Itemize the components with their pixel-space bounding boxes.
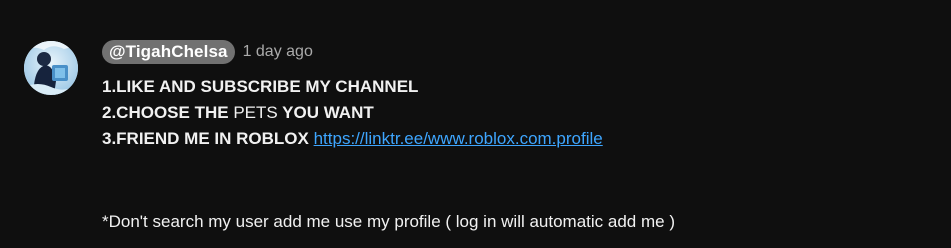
comment-header: @TigahChelsa 1 day ago: [102, 40, 313, 64]
comment-line-text: PETS: [228, 103, 278, 122]
avatar-image: [24, 41, 78, 95]
comment-line: 2.CHOOSE THE PETS YOU WANT: [102, 100, 603, 126]
comment-line-text: 3.FRIEND ME IN ROBLOX: [102, 129, 309, 148]
comment-line-text: 1.LIKE AND SUBSCRIBE MY CHANNEL: [102, 77, 419, 96]
comment-timestamp[interactable]: 1 day ago: [243, 40, 313, 64]
comment-line: 1.LIKE AND SUBSCRIBE MY CHANNEL: [102, 74, 603, 100]
comment-body: 1.LIKE AND SUBSCRIBE MY CHANNEL 2.CHOOSE…: [102, 74, 603, 152]
comment: @TigahChelsa 1 day ago 1.LIKE AND SUBSCR…: [0, 0, 951, 248]
profile-link[interactable]: https://linktr.ee/www.roblox.com.profile: [314, 129, 603, 148]
avatar[interactable]: [24, 41, 78, 95]
comment-line: 3.FRIEND ME IN ROBLOX https://linktr.ee/…: [102, 126, 603, 152]
author-name-badge[interactable]: @TigahChelsa: [102, 40, 235, 64]
comment-line-text: YOU WANT: [277, 103, 374, 122]
comment-note: *Don't search my user add me use my prof…: [102, 212, 675, 231]
comment-line-text: 2.CHOOSE THE: [102, 103, 229, 122]
